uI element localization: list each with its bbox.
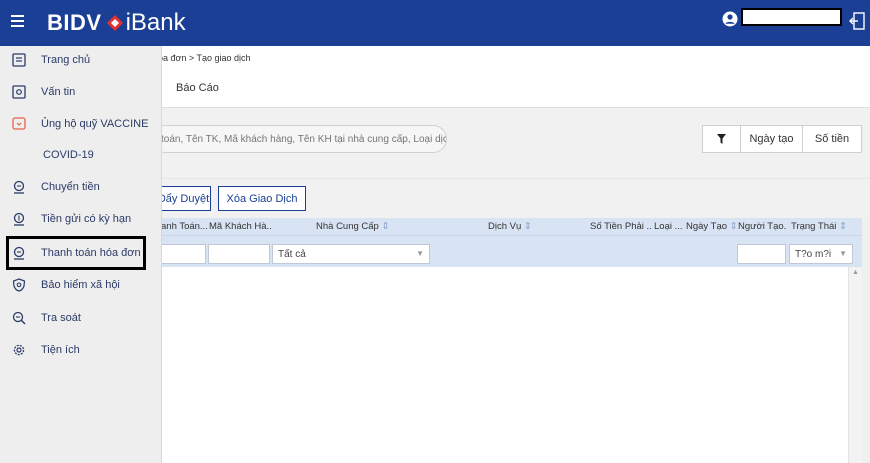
search-icon	[12, 311, 26, 325]
right-gutter	[862, 218, 870, 463]
filter-payment-input[interactable]	[158, 244, 206, 264]
scroll-up-icon[interactable]: ▲	[852, 269, 859, 276]
col-date-created-label: Ngày Tạo	[686, 221, 728, 232]
home-icon	[12, 53, 26, 67]
sidebar-item-label: Ủng hộ quỹ VACCINE	[41, 118, 149, 130]
sidebar-item-bill-payment[interactable]: Thanh toán hóa đơn	[6, 236, 146, 270]
col-provider[interactable]: Nhà Cung Cấp ⇕	[316, 221, 389, 232]
user-icon[interactable]	[722, 11, 738, 27]
col-payment[interactable]: anh Toán...	[161, 221, 207, 232]
tab-report[interactable]: Báo Cáo	[176, 82, 219, 94]
sort-icon: ⇕	[523, 221, 532, 232]
sidebar-item-transfer[interactable]: Chuyển tiền	[0, 173, 162, 201]
sort-group: Ngày tạo Số tiền	[702, 125, 862, 153]
col-creator[interactable]: Người Tạo...	[738, 221, 787, 232]
logout-icon[interactable]	[849, 12, 865, 30]
col-status[interactable]: Trạng Thái ⇕	[791, 221, 847, 232]
bill-payment-icon	[13, 246, 25, 260]
col-service[interactable]: Dịch Vụ ⇕	[488, 221, 532, 232]
search-panel: Ngày tạo Số tiền	[152, 108, 870, 178]
menu-icon[interactable]	[11, 12, 26, 32]
logo-bidv-text: BIDV	[47, 10, 102, 35]
sidebar-item-vaccine[interactable]: Ủng hộ quỹ VACCINE	[0, 110, 162, 138]
gear-icon	[13, 344, 25, 356]
sidebar-item-label: Tiền gửi có kỳ hạn	[41, 213, 132, 225]
submit-approve-button[interactable]: Đẩy Duyệt	[156, 186, 211, 211]
sidebar-item-label: Chuyển tiền	[41, 181, 100, 193]
sidebar: Trang chủ Vấn tin Ủng hộ quỹ VACCINE COV…	[0, 46, 162, 463]
col-provider-label: Nhà Cung Cấp	[316, 221, 379, 232]
sidebar-item-home[interactable]: Trang chủ	[0, 46, 162, 74]
sidebar-item-label: Thanh toán hóa đơn	[41, 247, 141, 259]
sidebar-item-label: Trang chủ	[41, 54, 91, 66]
sidebar-item-vaccine-cont[interactable]: COVID-19	[0, 141, 162, 169]
logo-ibank-text: iBank	[125, 9, 186, 36]
sidebar-item-deposit[interactable]: Tiền gửi có kỳ hạn	[0, 205, 162, 233]
social-insurance-icon	[12, 278, 26, 292]
filter-customer-code-input[interactable]	[208, 244, 270, 264]
top-bar: BIDV iBank	[0, 0, 870, 46]
search-input[interactable]	[153, 126, 446, 152]
col-customer-code[interactable]: Mã Khách Hà...	[209, 221, 271, 232]
table-filter-row: Tất cả ▼ T?o m?i ▼	[158, 236, 862, 267]
filter-provider-select[interactable]: Tất cả ▼	[272, 244, 430, 264]
sort-icon: ⇕	[381, 221, 390, 232]
bidv-ibank-logo[interactable]: BIDV iBank	[47, 9, 186, 37]
transfer-icon	[13, 180, 25, 194]
sidebar-item-inquiry[interactable]: Vấn tin	[0, 78, 162, 106]
search-box[interactable]	[152, 125, 447, 153]
bidv-diamond-icon	[106, 15, 123, 31]
filter-provider-value: Tất cả	[278, 248, 306, 260]
sidebar-item-utilities[interactable]: Tiện ích	[0, 336, 162, 364]
col-status-label: Trạng Thái	[791, 221, 837, 232]
inquiry-icon	[12, 85, 26, 99]
sort-icon: ⇕	[729, 221, 738, 232]
sort-date-button[interactable]: Ngày tạo	[741, 126, 803, 152]
donate-icon	[12, 117, 26, 130]
table-scrollbar[interactable]: ▲	[848, 267, 862, 463]
username-field	[741, 8, 842, 26]
tab-bar: Báo Cáo	[162, 68, 870, 108]
sort-amount-button[interactable]: Số tiền	[803, 126, 861, 152]
chevron-down-icon: ▼	[839, 249, 847, 258]
sidebar-item-social-insurance[interactable]: Bảo hiểm xã hội	[0, 271, 162, 299]
filter-status-select[interactable]: T?o m?i ▼	[789, 244, 853, 264]
breadcrumb: óa đơn > Tạo giao dịch	[158, 53, 251, 63]
sort-icon: ⇕	[839, 221, 848, 232]
sidebar-item-label: Bảo hiểm xã hội	[41, 279, 120, 291]
deposit-icon	[13, 212, 25, 226]
sidebar-item-label: COVID-19	[43, 149, 94, 161]
filter-button[interactable]	[703, 126, 741, 152]
col-type[interactable]: Loại ...	[654, 221, 682, 232]
col-date-created[interactable]: Ngày Tạo ⇕	[686, 221, 738, 232]
col-amount-due[interactable]: Số Tiền Phải ...	[590, 221, 652, 232]
sidebar-item-label: Tra soát	[41, 312, 81, 324]
table-header: anh Toán... Mã Khách Hà... Nhà Cung Cấp …	[161, 218, 862, 236]
delete-transaction-button[interactable]: Xóa Giao Dịch	[218, 186, 306, 211]
sidebar-item-label: Tiện ích	[41, 344, 80, 356]
filter-creator-input[interactable]	[737, 244, 786, 264]
sidebar-item-label: Vấn tin	[41, 86, 76, 98]
filter-status-value: T?o m?i	[795, 248, 832, 260]
chevron-down-icon: ▼	[416, 249, 424, 258]
action-bar: Đẩy Duyệt Xóa Giao Dịch	[156, 178, 870, 218]
table-body	[162, 267, 848, 463]
sidebar-item-lookup[interactable]: Tra soát	[0, 304, 162, 332]
filter-icon	[717, 134, 726, 144]
col-service-label: Dịch Vụ	[488, 221, 522, 232]
